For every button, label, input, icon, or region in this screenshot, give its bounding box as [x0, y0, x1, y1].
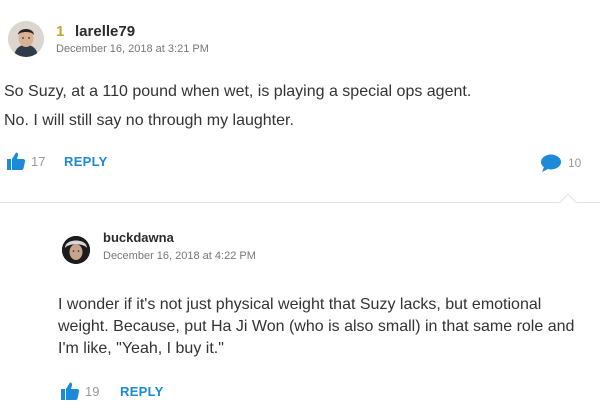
divider: [0, 202, 600, 203]
comment-actions: 17 REPLY 10: [0, 150, 600, 174]
avatar[interactable]: [8, 21, 44, 57]
rank-badge: 1: [56, 23, 65, 40]
user-photo-icon: [62, 236, 90, 264]
timestamp[interactable]: December 16, 2018 at 4:22 PM: [103, 250, 263, 263]
thumbs-up-icon[interactable]: [6, 151, 26, 171]
comment-paragraph: So Suzy, at a 110 pound when wet, is pla…: [4, 83, 472, 100]
comment-paragraph: No. I will still say no through my laugh…: [4, 112, 294, 129]
avatar[interactable]: [62, 236, 90, 264]
reply-button[interactable]: REPLY: [64, 154, 108, 169]
speech-bubble-icon[interactable]: [540, 154, 562, 172]
like-count: 19: [85, 384, 100, 399]
user-photo-icon: [8, 21, 44, 57]
timestamp[interactable]: December 16, 2018 at 3:21 PM: [56, 43, 209, 55]
comment-body: So Suzy, at a 110 pound when wet, is pla…: [4, 77, 594, 135]
comment: 1 larelle79 December 16, 2018 at 3:21 PM…: [0, 0, 600, 200]
reply-button[interactable]: REPLY: [120, 384, 164, 399]
thumbs-up-icon[interactable]: [60, 381, 80, 401]
comment-body: I wonder if it's not just physical weigh…: [58, 296, 575, 357]
username[interactable]: buckdawna: [103, 230, 174, 245]
reply-count[interactable]: 10: [568, 156, 581, 170]
username[interactable]: larelle79: [75, 23, 135, 40]
like-count: 17: [31, 154, 46, 169]
